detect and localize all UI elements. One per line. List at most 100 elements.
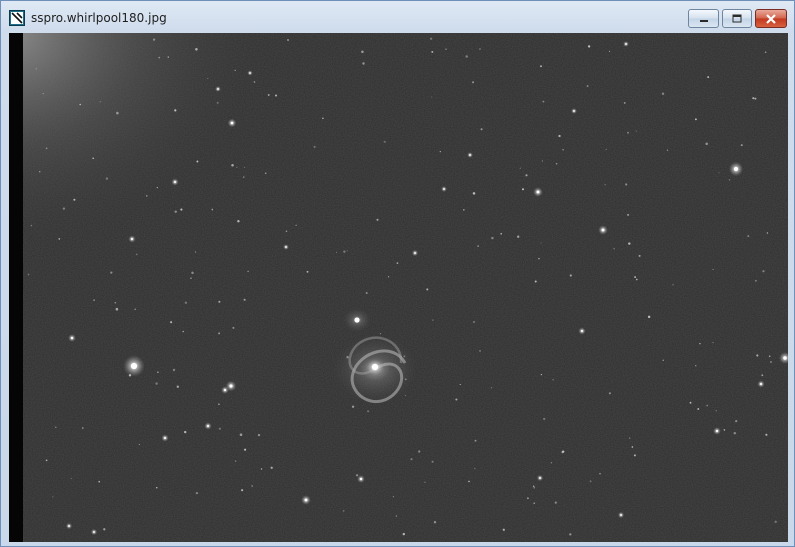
- close-icon: [766, 13, 776, 24]
- corner-glow: [9, 33, 269, 253]
- star: [558, 134, 561, 138]
- star: [362, 62, 365, 65]
- star: [174, 109, 177, 112]
- star: [218, 427, 221, 430]
- star: [706, 404, 709, 407]
- star: [135, 253, 138, 256]
- star: [647, 315, 651, 319]
- star: [689, 401, 692, 404]
- bright-star: [469, 154, 471, 156]
- bright-star: [573, 110, 575, 112]
- star: [236, 166, 238, 168]
- star: [608, 392, 611, 395]
- star: [232, 326, 235, 329]
- star: [480, 128, 483, 131]
- bright-star: [304, 498, 308, 502]
- star: [174, 210, 177, 213]
- star: [42, 92, 44, 95]
- bright-star: [130, 237, 134, 241]
- minimize-icon: [699, 19, 708, 22]
- star: [628, 242, 631, 245]
- star: [755, 279, 757, 282]
- star: [635, 130, 637, 132]
- maximize-button[interactable]: [722, 9, 752, 28]
- star: [740, 144, 743, 147]
- bright-star: [414, 252, 416, 254]
- star: [195, 491, 199, 495]
- star: [733, 432, 737, 435]
- star: [322, 117, 324, 120]
- star: [355, 474, 359, 477]
- bright-star: [539, 477, 541, 479]
- star: [170, 321, 173, 324]
- star: [538, 257, 540, 260]
- star: [533, 502, 536, 505]
- star: [218, 300, 221, 303]
- title-bar[interactable]: sspro.whirlpool180.jpg: [1, 1, 794, 33]
- star: [182, 330, 184, 333]
- star: [472, 81, 475, 84]
- star: [257, 433, 261, 437]
- star: [768, 355, 771, 358]
- close-button[interactable]: [755, 9, 787, 28]
- star: [237, 219, 240, 223]
- star: [490, 387, 492, 389]
- star: [404, 394, 406, 396]
- bright-star: [285, 246, 287, 248]
- star: [472, 320, 476, 324]
- star: [313, 145, 316, 148]
- star: [562, 149, 564, 151]
- star: [194, 251, 197, 253]
- star: [244, 166, 246, 168]
- star: [153, 38, 156, 41]
- star: [155, 382, 158, 385]
- star: [156, 187, 158, 189]
- star: [103, 528, 106, 531]
- star: [235, 460, 237, 462]
- bright-star: [443, 188, 445, 190]
- star: [38, 170, 41, 173]
- star: [718, 172, 720, 174]
- star: [30, 224, 33, 227]
- star: [638, 254, 641, 257]
- image-canvas[interactable]: [9, 33, 788, 542]
- star: [396, 262, 399, 264]
- star: [116, 111, 119, 115]
- star: [267, 94, 270, 96]
- star: [156, 486, 158, 489]
- star: [244, 448, 247, 451]
- star: [625, 183, 628, 186]
- star: [392, 496, 394, 498]
- whirlpool-galaxy: [333, 335, 417, 403]
- star: [376, 218, 379, 221]
- star: [477, 245, 479, 247]
- left-dark-band: [9, 33, 23, 542]
- star: [532, 485, 535, 488]
- star: [517, 235, 520, 238]
- minimize-button[interactable]: [688, 9, 719, 28]
- star: [764, 51, 767, 54]
- star: [432, 319, 434, 321]
- star: [70, 477, 72, 479]
- bright-star: [580, 329, 584, 333]
- star: [445, 48, 447, 50]
- star: [158, 56, 161, 59]
- star: [697, 408, 700, 410]
- star: [62, 207, 66, 210]
- star: [766, 232, 769, 234]
- star: [172, 368, 176, 372]
- star: [728, 179, 731, 181]
- star: [211, 208, 214, 211]
- star: [472, 192, 476, 195]
- star: [774, 520, 777, 524]
- star: [81, 427, 84, 429]
- star: [426, 288, 429, 291]
- star: [613, 248, 615, 250]
- star: [92, 157, 95, 160]
- star: [110, 271, 113, 274]
- star: [479, 349, 481, 352]
- star: [180, 208, 183, 211]
- bright-star: [625, 43, 627, 45]
- star: [705, 142, 708, 146]
- star: [395, 515, 398, 517]
